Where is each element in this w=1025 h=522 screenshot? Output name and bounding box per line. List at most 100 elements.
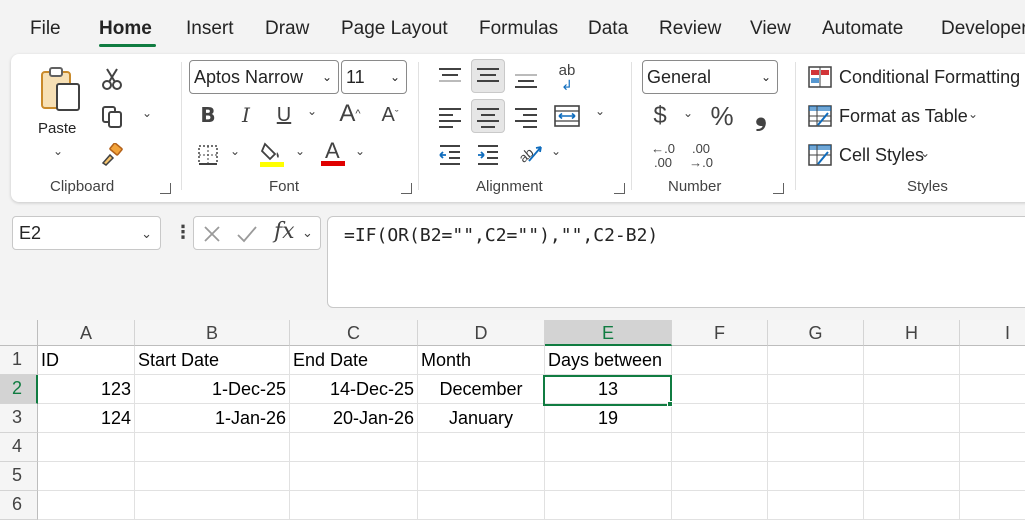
decrease-indent-icon[interactable] <box>437 142 463 168</box>
cell-i4[interactable] <box>960 433 1025 462</box>
tab-home[interactable]: Home <box>99 18 152 40</box>
cell-g1[interactable] <box>768 346 864 375</box>
copy-icon[interactable] <box>99 104 125 130</box>
underline-button[interactable]: U <box>271 102 297 128</box>
merge-center-icon[interactable] <box>553 102 581 130</box>
name-box[interactable]: E2 ⌄ <box>12 216 161 250</box>
font-color-icon[interactable]: A <box>319 138 347 168</box>
cell-d5[interactable] <box>418 462 545 491</box>
cell-d1[interactable]: Month <box>418 346 545 375</box>
cell-h4[interactable] <box>864 433 960 462</box>
align-left-icon[interactable] <box>439 108 461 128</box>
orientation-dropdown-icon[interactable]: ⌄ <box>551 144 561 158</box>
cell-e3[interactable]: 19 <box>545 404 672 433</box>
tab-review[interactable]: Review <box>659 18 721 40</box>
cell-e6[interactable] <box>545 491 672 520</box>
align-right-icon[interactable] <box>515 108 537 128</box>
cell-b3[interactable]: 1-Jan-26 <box>135 404 290 433</box>
number-format-combo[interactable]: General ⌄ <box>642 60 778 94</box>
cell-styles-button[interactable]: Cell Styles ⌄ <box>808 142 1008 170</box>
cell-a5[interactable] <box>38 462 135 491</box>
increase-decimal-button[interactable]: ←.0 .00 <box>647 142 679 170</box>
underline-dropdown-icon[interactable]: ⌄ <box>307 104 317 118</box>
cell-a6[interactable] <box>38 491 135 520</box>
chevron-down-icon[interactable]: ⌄ <box>302 225 313 241</box>
column-header-c[interactable]: C <box>290 320 418 346</box>
top-align-icon[interactable] <box>439 68 461 86</box>
merge-dropdown-icon[interactable]: ⌄ <box>595 104 605 118</box>
cell-b5[interactable] <box>135 462 290 491</box>
row-header-4[interactable]: 4 <box>0 433 38 462</box>
cell-d4[interactable] <box>418 433 545 462</box>
cancel-icon[interactable] <box>202 224 222 244</box>
cell-f5[interactable] <box>672 462 768 491</box>
tab-developer[interactable]: Developer <box>941 18 1025 40</box>
comma-style-button[interactable]: ❟ <box>749 100 773 130</box>
cell-g6[interactable] <box>768 491 864 520</box>
grow-font-button[interactable]: A ^ <box>335 100 365 128</box>
cell-g5[interactable] <box>768 462 864 491</box>
fill-color-dropdown-icon[interactable]: ⌄ <box>295 144 305 158</box>
cell-i1[interactable] <box>960 346 1025 375</box>
cell-e2[interactable]: 13 <box>545 375 672 404</box>
font-launcher-icon[interactable] <box>401 183 412 194</box>
cell-h6[interactable] <box>864 491 960 520</box>
conditional-formatting-button[interactable]: Conditional Formatting <box>808 64 1025 92</box>
cell-c5[interactable] <box>290 462 418 491</box>
tab-automate[interactable]: Automate <box>822 18 903 40</box>
cell-h1[interactable] <box>864 346 960 375</box>
cell-e5[interactable] <box>545 462 672 491</box>
cell-g2[interactable] <box>768 375 864 404</box>
cell-c3[interactable]: 20-Jan-26 <box>290 404 418 433</box>
row-header-1[interactable]: 1 <box>0 346 38 375</box>
row-header-5[interactable]: 5 <box>0 462 38 491</box>
cell-c2[interactable]: 14-Dec-25 <box>290 375 418 404</box>
cell-b2[interactable]: 1-Dec-25 <box>135 375 290 404</box>
cell-a2[interactable]: 123 <box>38 375 135 404</box>
cell-b6[interactable] <box>135 491 290 520</box>
cell-b1[interactable]: Start Date <box>135 346 290 375</box>
number-launcher-icon[interactable] <box>773 183 784 194</box>
insert-function-button[interactable]: fx <box>274 219 295 244</box>
bottom-align-icon[interactable] <box>515 68 537 88</box>
cell-g3[interactable] <box>768 404 864 433</box>
orientation-icon[interactable]: ab <box>517 140 545 168</box>
more-options-icon[interactable]: ⋮ <box>174 222 192 243</box>
currency-button[interactable]: $ <box>647 102 673 130</box>
cell-h3[interactable] <box>864 404 960 433</box>
shrink-font-button[interactable]: Aˇ <box>375 102 405 128</box>
tab-formulas[interactable]: Formulas <box>479 18 558 40</box>
paste-button[interactable]: Paste ⌄ <box>38 66 83 162</box>
font-name-combo[interactable]: Aptos Narrow ⌄ <box>189 60 339 94</box>
cell-a1[interactable]: ID <box>38 346 135 375</box>
tab-file[interactable]: File <box>30 18 61 40</box>
cell-i5[interactable] <box>960 462 1025 491</box>
font-size-combo[interactable]: 11 ⌄ <box>341 60 407 94</box>
cut-icon[interactable] <box>99 66 125 92</box>
paste-dropdown-icon[interactable]: ⌄ <box>53 144 63 158</box>
cell-e4[interactable] <box>545 433 672 462</box>
cell-c6[interactable] <box>290 491 418 520</box>
copy-dropdown-icon[interactable]: ⌄ <box>142 106 152 120</box>
row-header-6[interactable]: 6 <box>0 491 38 520</box>
increase-indent-icon[interactable] <box>475 142 501 168</box>
fill-handle[interactable] <box>667 401 673 407</box>
cell-c4[interactable] <box>290 433 418 462</box>
clipboard-launcher-icon[interactable] <box>160 183 171 194</box>
column-header-e[interactable]: E <box>545 320 672 346</box>
cell-f3[interactable] <box>672 404 768 433</box>
column-header-h[interactable]: H <box>864 320 960 346</box>
italic-button[interactable]: I <box>233 102 259 128</box>
tab-view[interactable]: View <box>750 18 791 40</box>
cell-a3[interactable]: 124 <box>38 404 135 433</box>
currency-dropdown-icon[interactable]: ⌄ <box>683 106 693 120</box>
decrease-decimal-button[interactable]: .00 →.0 <box>685 142 717 170</box>
cell-d3[interactable]: January <box>418 404 545 433</box>
fill-color-icon[interactable] <box>259 140 285 168</box>
column-header-f[interactable]: F <box>672 320 768 346</box>
column-header-b[interactable]: B <box>135 320 290 346</box>
cell-h2[interactable] <box>864 375 960 404</box>
cell-f6[interactable] <box>672 491 768 520</box>
tab-draw[interactable]: Draw <box>265 18 309 40</box>
select-all-corner[interactable] <box>0 320 38 346</box>
